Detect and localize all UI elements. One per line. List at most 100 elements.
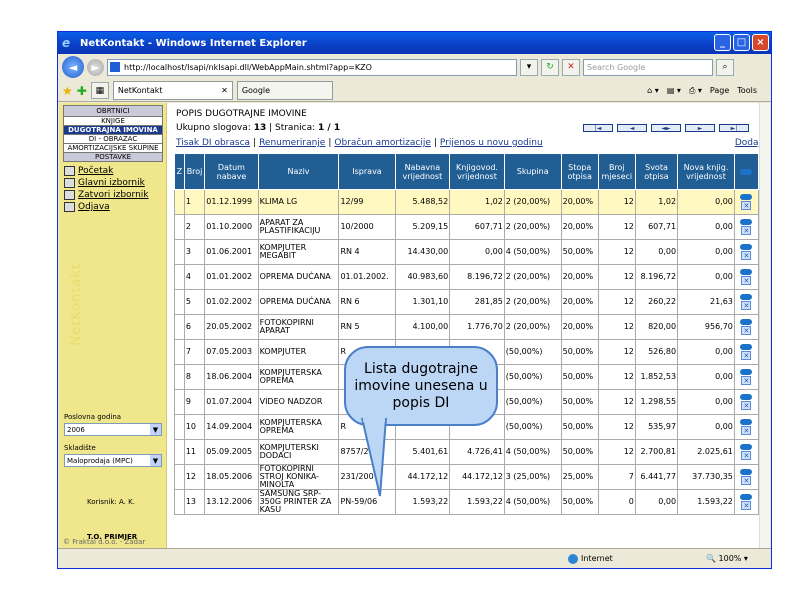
link-renumeriranje[interactable]: Renumeriranje — [259, 138, 325, 148]
close-button[interactable]: × — [752, 34, 769, 51]
sidebar-item-knjige[interactable]: KNJIGE — [63, 117, 163, 126]
sidebar-item-postavke[interactable]: POSTAVKE — [63, 153, 163, 162]
home-icon[interactable]: ⌂ ▾ — [647, 86, 659, 95]
table-cell: 44.172,12 — [394, 464, 451, 490]
delete-icon[interactable]: ✕ — [741, 251, 752, 260]
table-cell: 11 — [183, 439, 206, 465]
prev-page-button[interactable]: ◄ — [617, 124, 647, 132]
store-select[interactable]: Maloprodaja (MPC) ▼ — [64, 454, 162, 467]
table-cell: 260,22 — [634, 289, 679, 315]
delete-icon[interactable]: ✕ — [741, 201, 752, 210]
maximize-button[interactable]: □ — [733, 34, 750, 51]
table-cell: 0,00 — [677, 339, 735, 365]
table-cell — [174, 214, 185, 240]
tab-close-icon[interactable]: ✕ — [221, 86, 228, 95]
ie-logo-icon: e — [62, 36, 71, 50]
edit-icon[interactable] — [740, 319, 753, 325]
table-row[interactable]: 13 13.12.2006 SAMSUNG SRP-350G PRINTER ZA … — [174, 489, 760, 515]
delete-icon[interactable]: ✕ — [741, 501, 752, 510]
tab-google[interactable]: Google — [236, 81, 333, 100]
table-row[interactable]: 4 01.01.2002 OPREMA DUĆANA 01.01.2002. 40.98… — [174, 264, 760, 290]
edit-icon[interactable] — [740, 194, 753, 200]
edit-icon[interactable] — [740, 394, 753, 400]
stop-button[interactable]: ✕ — [562, 58, 580, 76]
table-row[interactable]: 11 05.09.2005 KOMPJUTERSKI DODACI 8757/2 5.4… — [174, 439, 760, 465]
page-menu[interactable]: Page — [710, 86, 729, 95]
edit-icon[interactable] — [740, 419, 753, 425]
table-cell: RN 6 — [338, 289, 396, 315]
table-row[interactable]: 3 01.06.2001 KOMPJUTER MEGABIT RN 4 14.430,0… — [174, 239, 760, 265]
refresh-button[interactable]: ↻ — [541, 58, 559, 76]
last-page-button[interactable]: ►| — [719, 124, 749, 132]
delete-icon[interactable]: ✕ — [741, 276, 752, 285]
delete-icon[interactable]: ✕ — [741, 401, 752, 410]
minimize-button[interactable]: _ — [714, 34, 731, 51]
edit-icon[interactable] — [740, 344, 753, 350]
sidebar-item-dugotrajna-imovina[interactable]: DUGOTRAJNA IMOVINA — [63, 126, 163, 135]
feeds-icon[interactable]: ▤ ▾ — [667, 86, 681, 95]
tools-menu[interactable]: Tools — [737, 86, 757, 95]
table-cell: 12 — [597, 439, 636, 465]
search-button[interactable]: ⌕ — [716, 58, 734, 76]
link-obracun[interactable]: Obračun amortizacije — [334, 138, 430, 148]
edit-icon[interactable] — [740, 219, 753, 225]
delete-icon[interactable]: ✕ — [741, 326, 752, 335]
delete-icon[interactable]: ✕ — [741, 351, 752, 360]
table-cell: 12 — [597, 289, 636, 315]
forward-button[interactable]: ► — [87, 58, 104, 76]
edit-icon[interactable] — [740, 494, 753, 500]
edit-icon[interactable] — [740, 444, 753, 450]
link-prijenos[interactable]: Prijenos u novu godinu — [440, 138, 543, 148]
zoom-control[interactable]: 🔍 100% ▾ — [706, 554, 748, 563]
link-pocetak[interactable]: Početak — [64, 166, 166, 176]
quick-tabs-button[interactable]: ▦ — [90, 82, 109, 99]
address-dropdown-button[interactable]: ▾ — [520, 58, 538, 76]
sidebar-item-di-obrazac[interactable]: DI - OBRAZAC — [63, 135, 163, 144]
table-cell: RN 4 — [338, 239, 396, 265]
print-icon[interactable]: ⎙ ▾ — [689, 86, 702, 96]
link-zatvori-izbornik[interactable]: Zatvori izbornik — [64, 190, 166, 200]
delete-icon[interactable]: ✕ — [741, 426, 752, 435]
link-tisak[interactable]: Tisak DI obrasca — [176, 138, 250, 148]
delete-icon[interactable]: ✕ — [741, 451, 752, 460]
edit-icon[interactable] — [740, 294, 753, 300]
refresh-list-button[interactable]: ◄► — [651, 124, 681, 132]
edit-icon[interactable] — [740, 469, 753, 475]
year-select[interactable]: 2006 ▼ — [64, 423, 162, 436]
table-cell: 50,00% — [560, 389, 599, 415]
window-title: NetKontakt - Windows Internet Explorer — [80, 37, 307, 49]
table-row[interactable]: 1 01.12.1999 KLIMA LG 12/99 5.488,52 1,02 2 (2… — [174, 189, 760, 215]
table-cell: 1,02 — [634, 189, 679, 215]
address-bar[interactable]: http://localhost/Isapi/nkIsapi.dll/WebAp… — [107, 58, 517, 76]
first-page-button[interactable]: |◄ — [583, 124, 613, 132]
link-glavni-izbornik[interactable]: Glavni izbornik — [64, 178, 166, 188]
table-cell: 37.730,35 — [677, 464, 735, 490]
table-row[interactable]: 5 01.02.2002 OPREMA DUĆANA RN 6 1.301,10 281,… — [174, 289, 760, 315]
tab-netkontakt[interactable]: NetKontakt ✕ — [112, 81, 233, 100]
sidebar-item-amortizacijske-skupine[interactable]: AMORTIZACIJSKE SKUPINE — [63, 144, 163, 153]
title-bar: e NetKontakt - Windows Internet Explorer… — [58, 32, 771, 54]
edit-icon[interactable] — [740, 269, 753, 275]
link-odjava[interactable]: Odjava — [64, 202, 166, 212]
table-cell: 20,00% — [560, 314, 599, 340]
delete-icon[interactable]: ✕ — [741, 301, 752, 310]
favorites-star-icon[interactable]: ★ — [62, 84, 73, 98]
add-favorites-icon[interactable]: ✚ — [77, 84, 87, 98]
table-row[interactable]: 2 01.10.2000 APARAT ZA PLASTIFIKACIJU 10/20… — [174, 214, 760, 240]
search-input[interactable]: Search Google — [583, 58, 713, 76]
edit-icon[interactable] — [740, 369, 753, 375]
table-cell: 0,00 — [449, 239, 505, 265]
add-link[interactable]: Dodaj — [735, 138, 761, 148]
edit-icon[interactable] — [740, 244, 753, 250]
table-row[interactable]: 6 20.05.2002 FOTOKOPIRNI APARAT RN 5 4.100,0… — [174, 314, 760, 340]
next-page-button[interactable]: ► — [685, 124, 715, 132]
table-cell: 01.12.1999 — [204, 189, 259, 215]
back-button[interactable]: ◄ — [62, 56, 84, 78]
add-icon[interactable] — [740, 168, 753, 175]
table-row[interactable]: 12 18.05.2006 FOTOKOPIRNI STROJ KONIKA-MIN… — [174, 464, 760, 490]
delete-icon[interactable]: ✕ — [741, 226, 752, 235]
delete-icon[interactable]: ✕ — [741, 476, 752, 485]
delete-icon[interactable]: ✕ — [741, 376, 752, 385]
scrollbar[interactable] — [759, 103, 770, 548]
watermark-logo: NetKontakt — [69, 263, 84, 346]
